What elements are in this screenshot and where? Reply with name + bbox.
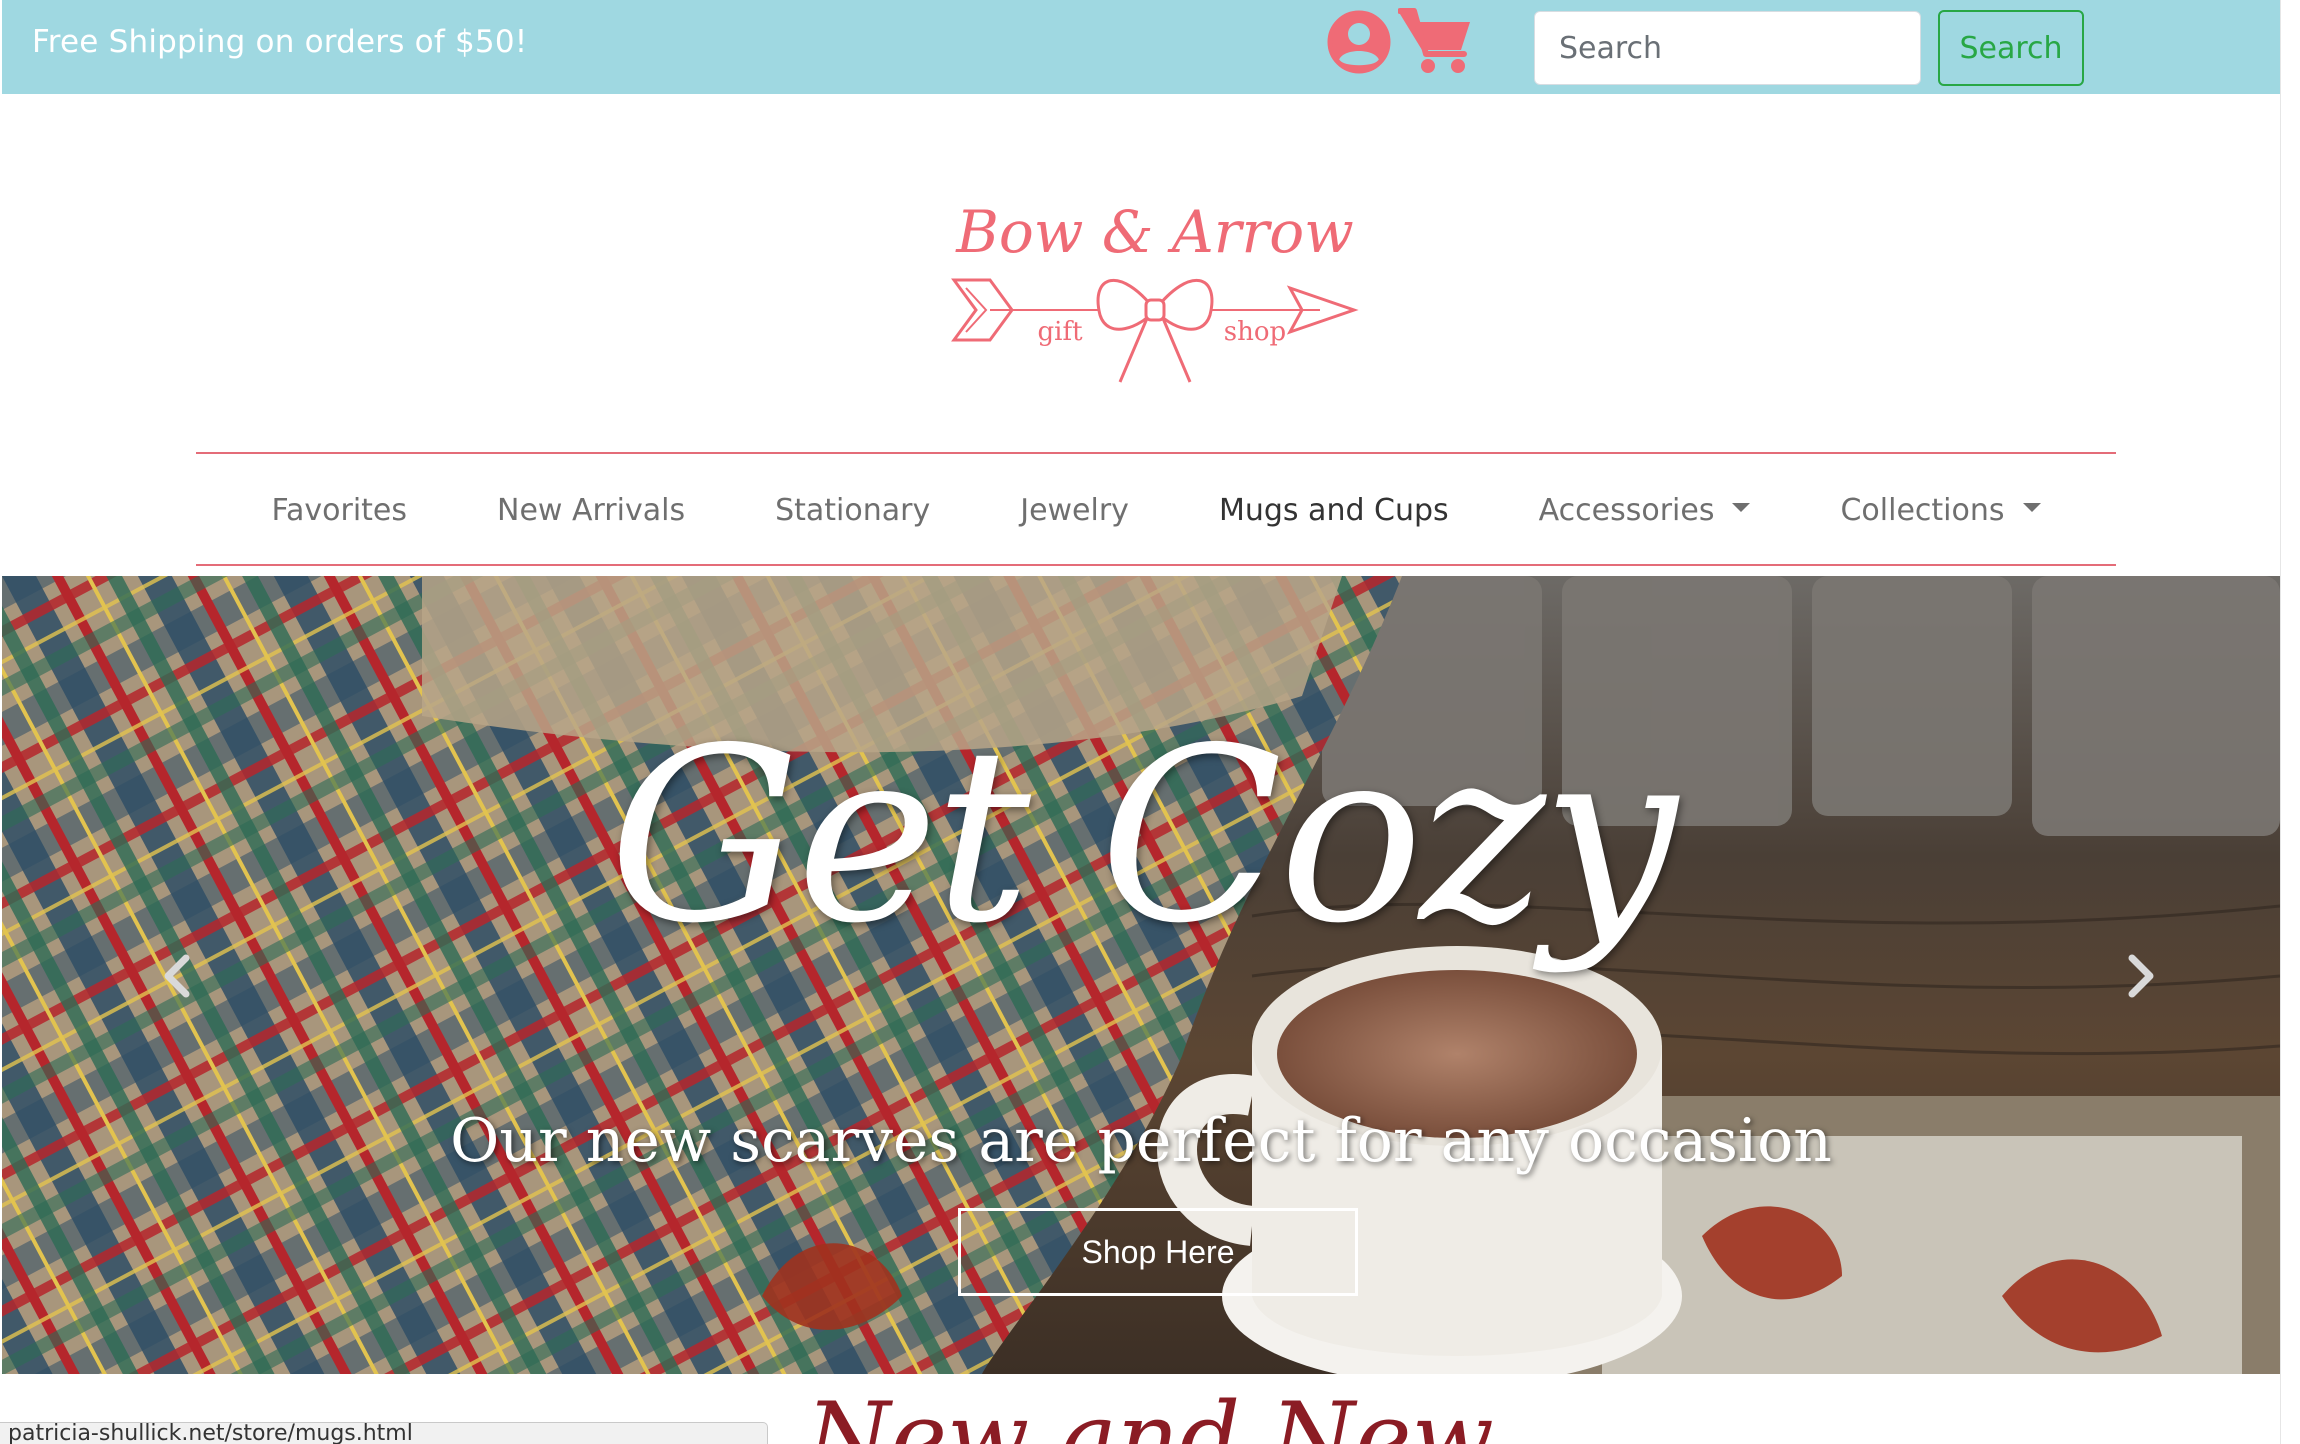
free-shipping-promo: Free Shipping on orders of $50! <box>32 24 528 60</box>
nav-item-mugs-and-cups[interactable]: Mugs and Cups <box>1174 493 1494 528</box>
main-nav: Favorites New Arrivals Stationary Jewelr… <box>196 454 2116 566</box>
status-bar-url: patricia-shullick.net/store/mugs.html <box>0 1422 768 1444</box>
logo-shop-text: shop <box>1224 317 1286 347</box>
hero-subtitle: Our new scarves are perfect for any occa… <box>450 1106 1832 1176</box>
nav-bottom-rule <box>196 564 2116 566</box>
logo-gift-text: gift <box>1037 317 1083 347</box>
caret-down-icon <box>2022 502 2041 512</box>
user-circle-icon[interactable] <box>1327 10 1391 74</box>
nav-item-stationary[interactable]: Stationary <box>730 493 975 528</box>
chevron-right-icon[interactable] <box>2120 952 2160 1000</box>
top-bar: Free Shipping on orders of $50! Search <box>2 0 2280 94</box>
shop-here-button[interactable]: Shop Here <box>958 1208 1358 1296</box>
search-input[interactable] <box>1534 11 1921 85</box>
nav-item-collections[interactable]: Collections <box>1795 493 2085 528</box>
nav-item-collections-label: Collections <box>1840 492 2005 528</box>
hero-carousel: Get Cozy Our new scarves are perfect for… <box>2 576 2280 1374</box>
nav-item-accessories-label: Accessories <box>1538 492 1715 528</box>
nav-item-accessories[interactable]: Accessories <box>1494 493 1796 528</box>
bow-and-arrow-logo[interactable]: Bow & Arrow gift shop <box>950 170 1360 390</box>
caret-down-icon <box>1732 502 1751 512</box>
shopping-cart-icon[interactable] <box>1398 8 1474 76</box>
hero-title: Get Cozy <box>608 696 1678 976</box>
nav-item-new-arrivals[interactable]: New Arrivals <box>452 493 730 528</box>
page-scrollbar-area <box>2280 0 2300 1444</box>
search-button[interactable]: Search <box>1938 10 2084 86</box>
nav-item-jewelry[interactable]: Jewelry <box>975 493 1174 528</box>
chevron-left-icon[interactable] <box>158 952 198 1000</box>
logo-title: Bow & Arrow <box>955 198 1354 266</box>
nav-item-favorites[interactable]: Favorites <box>226 493 452 528</box>
